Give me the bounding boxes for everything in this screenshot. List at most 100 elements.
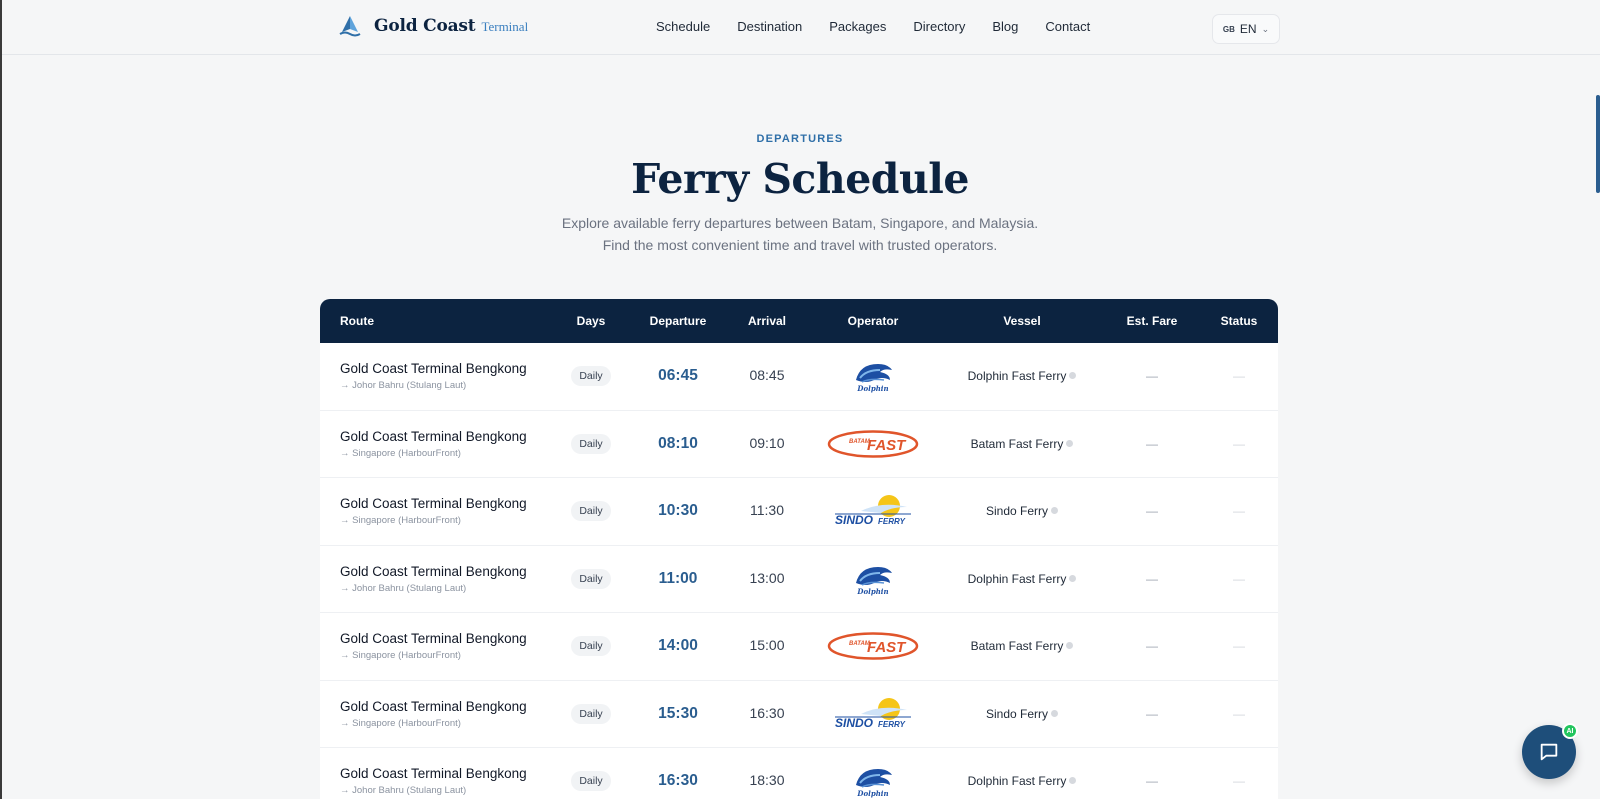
route-cell: Gold Coast Terminal Bengkong → Singapore …: [320, 496, 554, 526]
fare-cell: —: [1104, 435, 1200, 453]
sindo-logo-small-text: FERRY: [878, 517, 906, 526]
arrival-cell: 18:30: [728, 772, 806, 790]
route-origin: Gold Coast Terminal Bengkong: [340, 631, 527, 647]
operator-logo: SINDO FERRY: [806, 696, 940, 732]
nav-contact[interactable]: Contact: [1045, 19, 1090, 34]
batam-fast-logo-icon: BATAMFAST: [827, 632, 919, 660]
days-cell: Daily: [554, 433, 628, 454]
info-dot-icon[interactable]: [1066, 642, 1074, 650]
chat-button[interactable]: AI: [1522, 723, 1578, 779]
table-row[interactable]: Gold Coast Terminal Bengkong → Singapore …: [320, 478, 1278, 546]
fare-value: —: [1146, 639, 1158, 654]
vessel-cell: Sindo Ferry: [940, 705, 1104, 723]
dolphin-logo-text: Dolphin: [856, 789, 888, 798]
days-badge: Daily: [571, 366, 611, 387]
fare-cell: —: [1104, 502, 1200, 520]
departure-cell: 10:30: [628, 502, 728, 520]
batam-fast-logo-icon: BATAMFAST: [827, 430, 919, 458]
departure-cell: 06:45: [628, 367, 728, 385]
sindo-ferry-logo-icon: SINDO FERRY: [835, 495, 911, 527]
fare-cell: —: [1104, 772, 1200, 790]
status-cell: —: [1200, 570, 1278, 588]
header-departure: Departure: [649, 314, 707, 328]
status-value: —: [1233, 369, 1245, 384]
vessel-name: Dolphin Fast Ferry: [967, 774, 1067, 789]
route-origin: Gold Coast Terminal Bengkong: [340, 361, 527, 377]
arrival-cell: 09:10: [728, 435, 806, 453]
vessel-cell: Dolphin Fast Ferry: [940, 570, 1104, 588]
departure-cell: 14:00: [628, 637, 728, 655]
nav-destination[interactable]: Destination: [737, 19, 802, 34]
operator-logo: SINDO FERRY: [806, 493, 940, 529]
info-dot-icon[interactable]: [1069, 574, 1077, 582]
header-operator: Operator: [847, 314, 899, 328]
sindo-logo-text: SINDO: [835, 716, 874, 730]
table-row[interactable]: Gold Coast Terminal Bengkong → Singapore …: [320, 410, 1278, 478]
days-cell: Daily: [554, 366, 628, 387]
arrival-time: 09:10: [749, 434, 785, 451]
days-badge: Daily: [571, 433, 611, 454]
fare-value: —: [1146, 504, 1158, 519]
sindo-ferry-logo-icon: SINDO FERRY: [835, 697, 911, 730]
route-destination: → Singapore (HarbourFront): [340, 717, 461, 729]
nav-blog[interactable]: Blog: [992, 19, 1018, 34]
dolphin-logo-icon: Dolphin: [856, 566, 892, 596]
table-row[interactable]: Gold Coast Terminal Bengkong → Singapore …: [320, 680, 1278, 748]
table-row[interactable]: Gold Coast Terminal Bengkong → Johor Bahr…: [320, 748, 1278, 799]
page-title: Ferry Schedule: [631, 155, 969, 203]
dolphin-logo-icon: Dolphin: [856, 769, 892, 798]
schedule-table: Route Days Departure Arrival Operator Ve…: [320, 299, 1278, 799]
main-nav: Schedule Destination Packages Directory …: [656, 19, 1117, 34]
status-value: —: [1233, 571, 1245, 586]
status-value: —: [1233, 706, 1245, 721]
fare-value: —: [1146, 436, 1158, 451]
table-row[interactable]: Gold Coast Terminal Bengkong → Singapore …: [320, 613, 1278, 681]
days-badge: Daily: [571, 568, 611, 589]
brand-subtitle: Terminal: [481, 19, 529, 34]
days-badge: Daily: [571, 636, 611, 657]
arrival-time: 13:00: [749, 569, 785, 586]
departure-time: 10:30: [658, 502, 698, 520]
table-header: Route Days Departure Arrival Operator Ve…: [320, 299, 1278, 343]
sindo-logo-small-text: FERRY: [878, 720, 906, 729]
route-destination: → Johor Bahru (Stulang Laut): [340, 582, 467, 594]
vessel-name: Batam Fast Ferry: [970, 436, 1064, 451]
table-row[interactable]: Gold Coast Terminal Bengkong → Johor Bahr…: [320, 343, 1278, 411]
nav-directory[interactable]: Directory: [913, 19, 965, 34]
info-dot-icon[interactable]: [1069, 777, 1077, 785]
fare-cell: —: [1104, 637, 1200, 655]
header-route: Route: [340, 314, 374, 328]
header-arrival: Arrival: [747, 314, 787, 328]
language-selector[interactable]: GB EN ⌄: [1212, 14, 1280, 44]
route-cell: Gold Coast Terminal Bengkong → Johor Bahr…: [320, 361, 554, 391]
departure-cell: 16:30: [628, 772, 728, 790]
table-row[interactable]: Gold Coast Terminal Bengkong → Johor Bahr…: [320, 545, 1278, 613]
brand-logo-link[interactable]: Gold Coast Terminal: [338, 14, 528, 38]
fare-cell: —: [1104, 570, 1200, 588]
info-dot-icon[interactable]: [1066, 439, 1074, 447]
header-fare: Est. Fare: [1126, 314, 1178, 328]
arrival-time: 11:30: [750, 502, 784, 519]
header-vessel: Vessel: [1003, 314, 1041, 328]
days-badge: Daily: [571, 501, 611, 522]
vessel-name: Dolphin Fast Ferry: [967, 369, 1067, 384]
status-cell: —: [1200, 502, 1278, 520]
vessel-cell: Dolphin Fast Ferry: [940, 367, 1104, 385]
info-dot-icon[interactable]: [1051, 709, 1059, 717]
departure-cell: 11:00: [628, 570, 728, 588]
vessel-cell: Dolphin Fast Ferry: [940, 772, 1104, 790]
nav-packages[interactable]: Packages: [829, 19, 886, 34]
days-cell: Daily: [554, 501, 628, 522]
route-origin: Gold Coast Terminal Bengkong: [340, 766, 527, 782]
info-dot-icon[interactable]: [1069, 372, 1077, 380]
fare-value: —: [1146, 571, 1158, 586]
route-cell: Gold Coast Terminal Bengkong → Singapore …: [320, 631, 554, 661]
vessel-name: Batam Fast Ferry: [970, 639, 1064, 654]
sindo-logo-text: SINDO: [835, 513, 874, 527]
info-dot-icon[interactable]: [1051, 507, 1059, 515]
departure-time: 14:00: [658, 637, 698, 655]
vessel-cell: Batam Fast Ferry: [940, 637, 1104, 655]
sail-logo-icon: [339, 16, 361, 37]
ai-badge: AI: [1562, 723, 1578, 739]
nav-schedule[interactable]: Schedule: [656, 19, 710, 34]
